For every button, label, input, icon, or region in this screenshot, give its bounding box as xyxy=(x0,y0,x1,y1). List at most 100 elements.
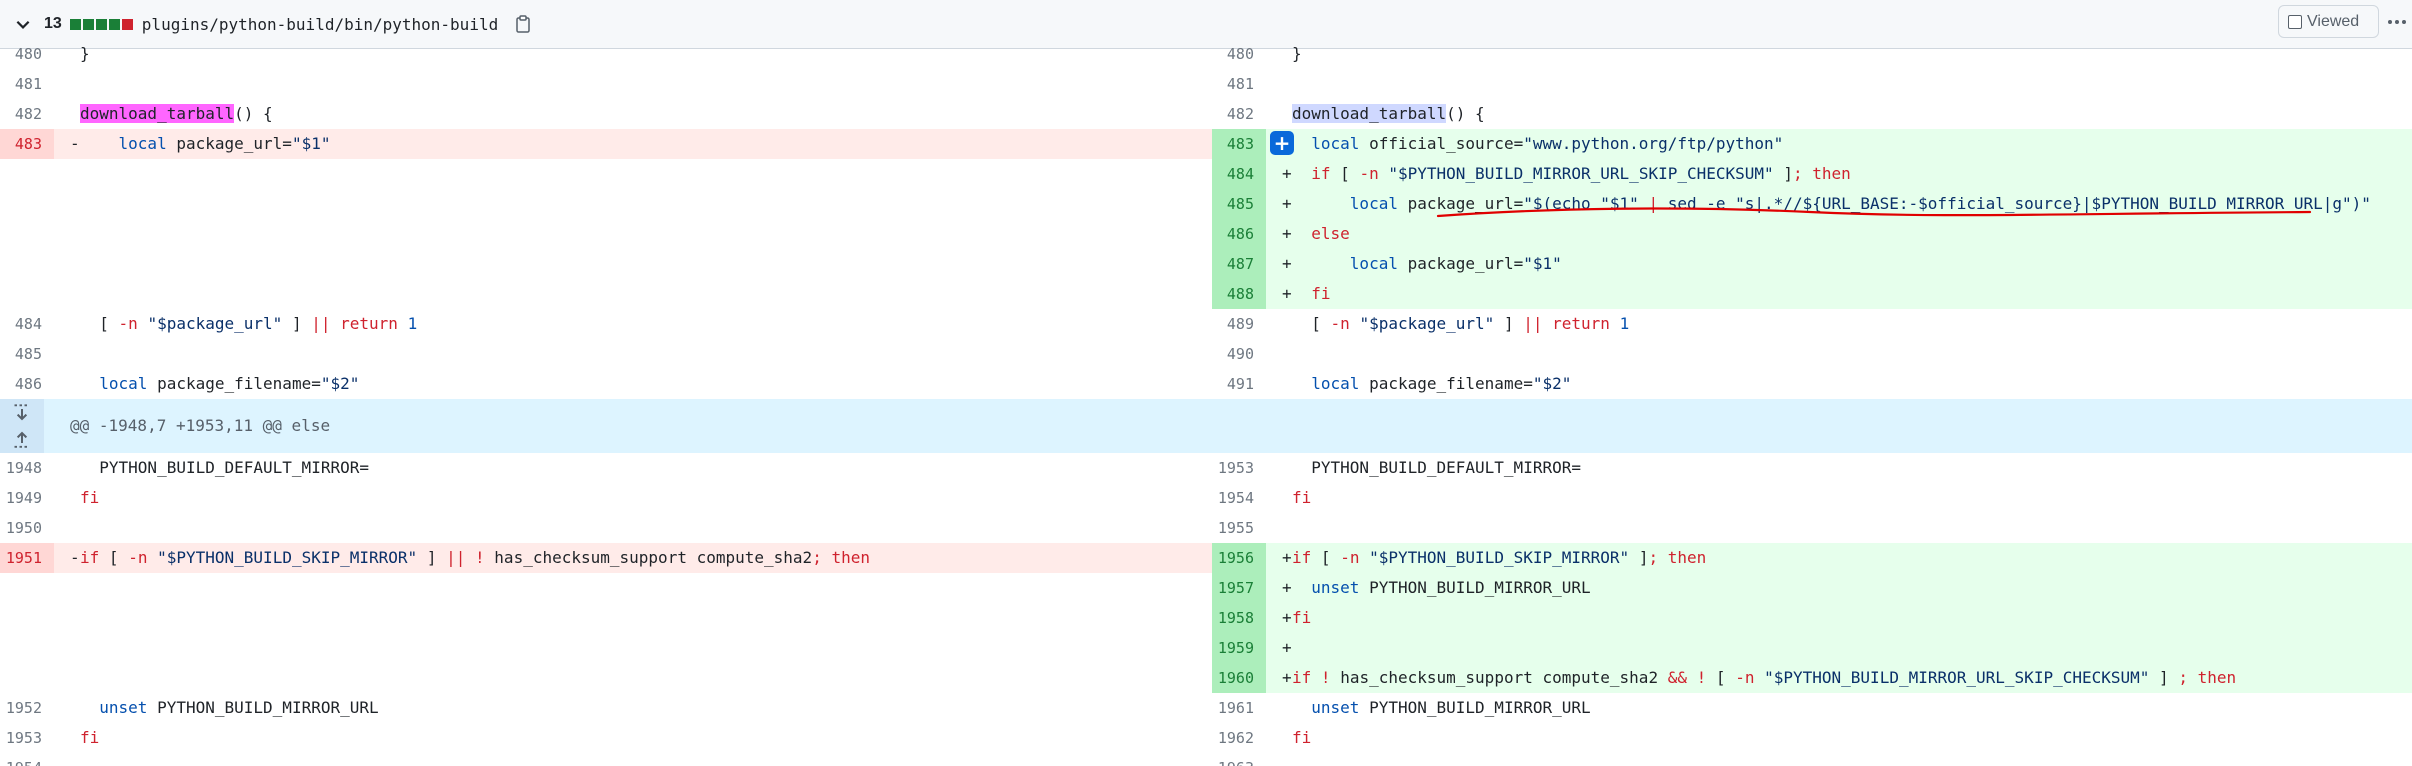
line-number[interactable]: 486 xyxy=(0,369,54,399)
code-line: unset PYTHON_BUILD_MIRROR_URL xyxy=(1311,698,1591,717)
line-number[interactable]: 482 xyxy=(0,99,54,129)
code-line: } xyxy=(1292,44,1302,63)
code-line: fi xyxy=(80,488,100,507)
diff-row: 1960 +if ! has_checksum_support compute_s… xyxy=(0,663,2412,693)
added-line: + local package_url="$(echo "$1" | sed -… xyxy=(1266,189,2412,219)
line-number[interactable]: 1962 xyxy=(1212,723,1266,753)
diff-row: 1953 fi 1962 fi xyxy=(0,723,2412,753)
added-line: + if [ -n "$PYTHON_BUILD_MIRROR_URL_SKIP… xyxy=(1266,159,2412,189)
diffstat-square xyxy=(69,18,81,30)
added-line: + fi xyxy=(1266,279,2412,309)
line-number[interactable]: 1961 xyxy=(1212,693,1266,723)
deleted-line: - local package_url="$1" xyxy=(54,129,1212,159)
line-number[interactable]: 485 xyxy=(0,339,54,369)
diff-row: 1951 -if [ -n "$PYTHON_BUILD_SKIP_MIRROR"… xyxy=(0,543,2412,573)
diffstat xyxy=(69,18,133,30)
line-number[interactable]: 1958 xyxy=(1212,603,1266,633)
deleted-line: -if [ -n "$PYTHON_BUILD_SKIP_MIRROR" ] |… xyxy=(54,543,1212,573)
hunk-header-text: @@ -1948,7 +1953,11 @@ else xyxy=(70,416,331,435)
diff-row: 488 + fi xyxy=(0,279,2412,309)
hunk-header: @@ -1948,7 +1953,11 @@ else xyxy=(0,399,2412,453)
line-number[interactable]: 488 xyxy=(1212,279,1266,309)
viewed-checkbox[interactable] xyxy=(2288,14,2302,29)
line-number[interactable]: 1960 xyxy=(1212,663,1266,693)
line-number[interactable]: 480 xyxy=(0,39,54,69)
line-number[interactable]: 484 xyxy=(1212,159,1266,189)
line-number[interactable]: 1952 xyxy=(0,693,54,723)
line-number[interactable]: 1948 xyxy=(0,453,54,483)
line-number[interactable]: 483 xyxy=(0,129,54,159)
viewed-checkbox-button[interactable]: Viewed xyxy=(2278,5,2379,38)
line-number[interactable]: 480 xyxy=(1212,39,1266,69)
line-number[interactable]: 1950 xyxy=(0,513,54,543)
diff-row: 486 local package_filename="$2" 491 loca… xyxy=(0,369,2412,399)
code-line: fi xyxy=(80,728,100,747)
line-number[interactable]: 486 xyxy=(1212,219,1266,249)
line-number[interactable]: 484 xyxy=(0,309,54,339)
diff-row: 484 + if [ -n "$PYTHON_BUILD_MIRROR_URL_S… xyxy=(0,159,2412,189)
line-number[interactable]: 491 xyxy=(1212,369,1266,399)
diff-row: 483- local package_url="$1" 483+ local o… xyxy=(0,129,2412,159)
added-line: + local package_url="$1" xyxy=(1266,249,2412,279)
diff-row: 1954 1963 xyxy=(0,753,2412,766)
line-number[interactable]: 1956 xyxy=(1212,543,1266,573)
line-number[interactable]: 1959 xyxy=(1212,633,1266,663)
code-line: fi xyxy=(1292,488,1312,507)
line-number[interactable]: 1949 xyxy=(0,483,54,513)
line-number[interactable]: 1953 xyxy=(1212,453,1266,483)
viewed-label: Viewed xyxy=(2307,12,2360,30)
diff-row: 485 + local package_url="$(echo "$1" | se… xyxy=(0,189,2412,219)
line-number[interactable]: 1953 xyxy=(0,723,54,753)
diff-row: 482 download_tarball() { 482 download_tarb… xyxy=(0,99,2412,129)
line-number[interactable]: 1954 xyxy=(1212,483,1266,513)
diff-row: 1948 PYTHON_BUILD_DEFAULT_MIRROR= 1953 P… xyxy=(0,453,2412,483)
code-line: PYTHON_BUILD_DEFAULT_MIRROR= xyxy=(1311,458,1581,477)
line-number[interactable]: 481 xyxy=(0,69,54,99)
diffstat-square xyxy=(82,18,94,30)
diff-row: 485 490 xyxy=(0,339,2412,369)
line-number[interactable]: 1957 xyxy=(1212,573,1266,603)
highlighted-function-name: download_tarball xyxy=(1292,104,1447,123)
added-line: + local official_source="www.python.org/… xyxy=(1266,129,2412,159)
line-number[interactable]: 483 xyxy=(1212,129,1266,159)
clipboard-icon[interactable] xyxy=(513,13,533,35)
diff-row: 486 + else xyxy=(0,219,2412,249)
diffstat-square xyxy=(108,18,120,30)
add-comment-button[interactable]: + xyxy=(1270,131,1294,155)
diff-row: 1959 + xyxy=(0,633,2412,663)
line-number[interactable]: 482 xyxy=(1212,99,1266,129)
kebab-horizontal-icon[interactable] xyxy=(2384,8,2410,36)
highlighted-function-name: download_tarball xyxy=(80,104,235,123)
unfold-down-icon[interactable] xyxy=(12,404,32,424)
file-path[interactable]: plugins/python-build/bin/python-build xyxy=(142,15,498,34)
line-number[interactable]: 487 xyxy=(1212,249,1266,279)
line-number[interactable]: 489 xyxy=(1212,309,1266,339)
chevron-down-icon[interactable] xyxy=(10,11,36,37)
change-count: 13 xyxy=(44,15,62,32)
line-number[interactable]: 1963 xyxy=(1212,753,1266,766)
plus-icon: + xyxy=(1273,131,1291,155)
line-number[interactable]: 1954 xyxy=(0,753,54,766)
code-line: fi xyxy=(1292,728,1312,747)
diff-row: 1952 unset PYTHON_BUILD_MIRROR_URL 1961 … xyxy=(0,693,2412,723)
diff-row: 481 481 xyxy=(0,69,2412,99)
code-line: unset PYTHON_BUILD_MIRROR_URL xyxy=(99,698,379,717)
code-line: } xyxy=(80,44,90,63)
line-number[interactable]: 481 xyxy=(1212,69,1266,99)
line-number[interactable]: 490 xyxy=(1212,339,1266,369)
expand-gutter[interactable] xyxy=(0,399,44,453)
line-number[interactable]: 1951 xyxy=(0,543,54,573)
added-line: +fi xyxy=(1266,603,2412,633)
line-number[interactable]: 1955 xyxy=(1212,513,1266,543)
unfold-up-icon[interactable] xyxy=(12,428,32,448)
code-line: PYTHON_BUILD_DEFAULT_MIRROR= xyxy=(99,458,369,477)
code-line: [ -n "$package_url" ] || return 1 xyxy=(1311,314,1630,333)
diff-row: 1958 +fi xyxy=(0,603,2412,633)
line-number[interactable]: 485 xyxy=(1212,189,1266,219)
